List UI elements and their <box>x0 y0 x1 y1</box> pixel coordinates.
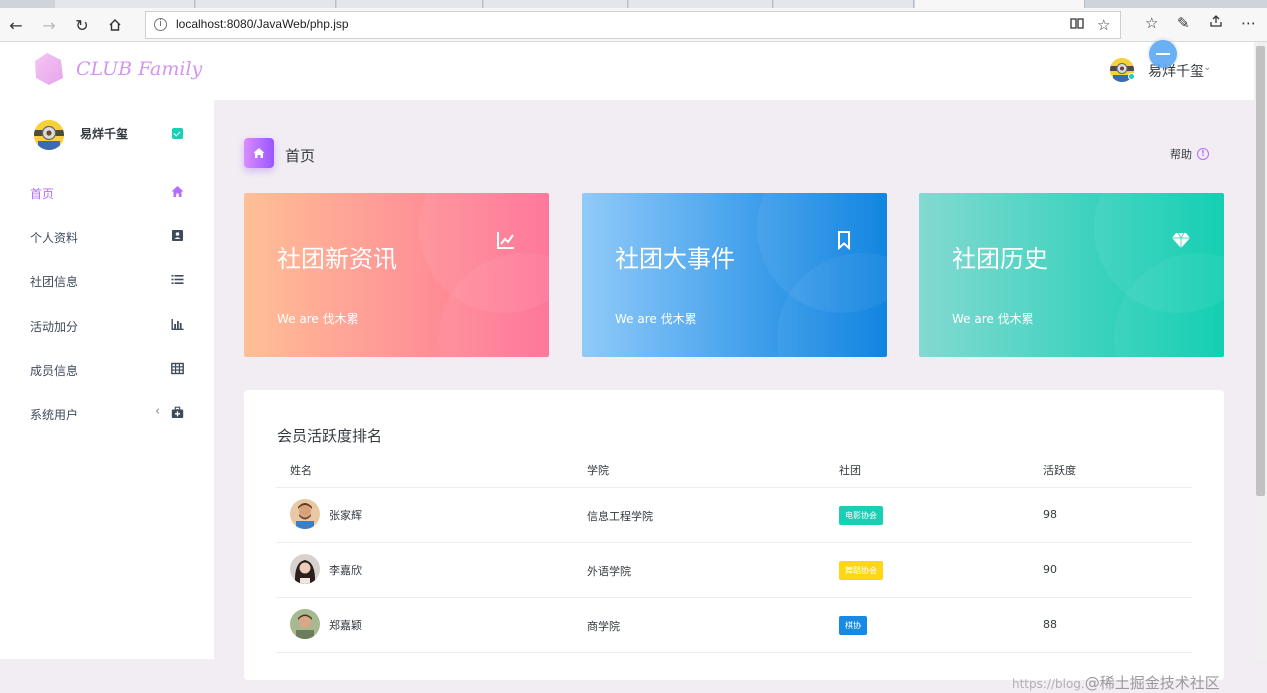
home-icon <box>171 186 184 197</box>
browser-tab[interactable] <box>55 0 195 8</box>
sidebar-item-home[interactable]: 首页 <box>0 177 214 207</box>
sidebar-item-label: 系统用户 <box>30 408 79 422</box>
watermark-url: https://blog. <box>1012 677 1085 691</box>
list-icon <box>171 275 184 284</box>
more-options-icon[interactable]: ⋯ <box>1241 14 1256 32</box>
page-header-home-icon <box>244 138 274 168</box>
address-bar[interactable]: i localhost:8080/JavaWeb/php.jsp ☆ <box>145 11 1121 39</box>
browser-tab[interactable] <box>196 0 336 8</box>
card-subtitle: We are 伐木累 <box>277 312 359 326</box>
help-info-icon[interactable]: ! <box>1197 148 1209 160</box>
club-badge: 舞蹈协会 <box>839 561 883 580</box>
web-page: CLUB Family 易烊千玺 ⌄ 易烊千玺 首页 个人资料 社团信息 活动加… <box>0 40 1254 692</box>
member-name: 李嘉欣 <box>329 564 362 577</box>
activity-score: 88 <box>1043 618 1057 631</box>
watermark: https://blog.@稀土掘金技术社区 <box>1012 672 1220 693</box>
sidebar-item-activity-points[interactable]: 活动加分 <box>0 310 214 340</box>
card-title: 社团新资讯 <box>277 245 397 273</box>
card-club-history[interactable]: 社团历史 We are 伐木累 <box>919 193 1224 357</box>
home-button-icon[interactable] <box>102 12 128 38</box>
contact-card-icon <box>172 230 183 241</box>
page-scrollbar[interactable] <box>1254 42 1267 659</box>
table-divider <box>276 652 1192 653</box>
verified-bookmark-icon <box>172 128 183 139</box>
bookmark-icon <box>838 231 850 250</box>
sidebar-item-member-info[interactable]: 成员信息 <box>0 354 214 384</box>
sidebar-item-system-users[interactable]: 系统用户 ‹ <box>0 398 214 428</box>
sidebar-item-label: 个人资料 <box>30 231 79 245</box>
diamond-icon <box>1172 232 1190 248</box>
member-avatar <box>290 609 320 639</box>
column-header-name: 姓名 <box>290 464 312 477</box>
member-name: 郑嘉颖 <box>329 619 362 632</box>
browser-tab-active[interactable] <box>915 0 1085 8</box>
card-club-news[interactable]: 社团新资讯 We are 伐木累 <box>244 193 549 357</box>
floating-assistant-icon[interactable] <box>1149 40 1177 68</box>
sidebar-item-label: 成员信息 <box>30 364 79 378</box>
sidebar-item-club-info[interactable]: 社团信息 <box>0 265 214 295</box>
brand-logo-icon[interactable] <box>34 52 64 86</box>
back-icon[interactable]: ← <box>3 12 29 38</box>
card-title: 社团历史 <box>952 245 1048 273</box>
brand-name[interactable]: CLUB Family <box>76 58 202 80</box>
activity-score: 98 <box>1043 508 1057 521</box>
column-header-activity: 活跃度 <box>1043 464 1076 477</box>
forward-icon[interactable]: → <box>36 12 62 38</box>
pen-icon[interactable]: ✎ <box>1177 14 1190 32</box>
column-header-college: 学院 <box>587 464 609 477</box>
table-row[interactable]: 张家辉 信息工程学院 电影协会 98 <box>244 487 1224 542</box>
chevron-down-icon[interactable]: ⌄ <box>1203 62 1211 73</box>
chart-line-icon <box>497 232 514 249</box>
table-row[interactable]: 李嘉欣 外语学院 舞蹈协会 90 <box>244 542 1224 597</box>
card-club-events[interactable]: 社团大事件 We are 伐木累 <box>582 193 887 357</box>
favorites-list-icon[interactable]: ☆ <box>1145 14 1158 32</box>
share-icon[interactable] <box>1209 14 1223 32</box>
sidebar-item-label: 活动加分 <box>30 320 79 334</box>
refresh-icon[interactable]: ↻ <box>69 12 95 38</box>
address-url[interactable]: localhost:8080/JavaWeb/php.jsp <box>176 17 349 31</box>
chevron-left-icon[interactable]: ‹ <box>155 404 160 419</box>
card-subtitle: We are 伐木累 <box>952 312 1034 326</box>
activity-score: 90 <box>1043 563 1057 576</box>
sidebar-item-label: 首页 <box>30 187 55 201</box>
sidebar: 易烊千玺 首页 个人资料 社团信息 活动加分 成员信息 系统用户 ‹ <box>0 100 214 659</box>
online-status-dot <box>1128 73 1135 80</box>
favorite-star-icon[interactable]: ☆ <box>1097 16 1110 34</box>
sidebar-user-name[interactable]: 易烊千玺 <box>80 125 128 142</box>
card-subtitle: We are 伐木累 <box>615 312 697 326</box>
browser-tab[interactable] <box>629 0 773 8</box>
table-row[interactable]: 郑嘉颖 商学院 棋协 88 <box>244 597 1224 652</box>
sidebar-item-label: 社团信息 <box>30 275 79 289</box>
sidebar-avatar[interactable] <box>34 120 64 150</box>
browser-tab[interactable] <box>337 0 483 8</box>
member-name: 张家辉 <box>329 509 362 522</box>
watermark-text: @稀土掘金技术社区 <box>1084 674 1220 692</box>
member-college: 信息工程学院 <box>587 510 653 523</box>
medical-bag-icon <box>171 406 184 418</box>
page-title: 首页 <box>285 147 316 165</box>
club-badge: 电影协会 <box>839 506 883 525</box>
browser-tab[interactable] <box>774 0 914 8</box>
help-link[interactable]: 帮助 <box>1170 146 1192 162</box>
member-avatar <box>290 554 320 584</box>
site-info-icon[interactable]: i <box>154 18 167 31</box>
ranking-title: 会员活跃度排名 <box>277 427 383 445</box>
card-title: 社团大事件 <box>615 245 735 273</box>
member-college: 商学院 <box>587 620 620 633</box>
member-avatar <box>290 499 320 529</box>
ranking-card: 会员活跃度排名 姓名 学院 社团 活跃度 张家辉 信息工程学院 电影协会 98 … <box>244 390 1224 680</box>
browser-tab[interactable] <box>484 0 628 8</box>
browser-toolbar: ← → ↻ i localhost:8080/JavaWeb/php.jsp ☆… <box>0 8 1267 42</box>
scrollbar-thumb[interactable] <box>1256 46 1265 496</box>
reading-view-icon[interactable] <box>1070 16 1084 34</box>
club-badge: 棋协 <box>839 616 867 635</box>
top-navbar: CLUB Family 易烊千玺 ⌄ <box>0 40 1254 100</box>
column-header-club: 社团 <box>839 464 861 477</box>
browser-tab-strip <box>0 0 1267 8</box>
table-icon <box>171 362 184 375</box>
member-college: 外语学院 <box>587 565 631 578</box>
sidebar-item-profile[interactable]: 个人资料 <box>0 221 214 251</box>
bar-chart-icon <box>171 319 184 330</box>
